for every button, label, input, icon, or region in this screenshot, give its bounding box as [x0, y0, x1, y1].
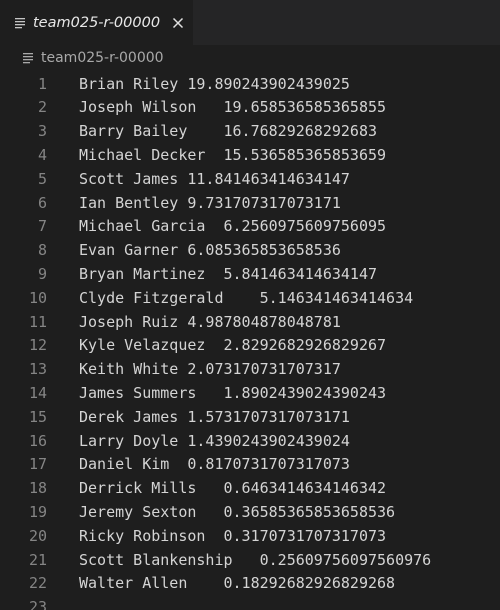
editor-line[interactable]: 4 Michael Decker 15.536585365853659 [0, 144, 500, 168]
line-text[interactable]: Keith White 2.073170731707317 [79, 358, 341, 382]
line-number: 18 [28, 479, 47, 498]
line-number: 13 [28, 360, 47, 379]
line-number: 1 [37, 74, 47, 93]
editor-line[interactable]: 20 Ricky Robinson 0.3170731707317073 [0, 525, 500, 549]
editor-line[interactable]: 21 Scott Blankenship 0.25609756097560976 [0, 549, 500, 573]
line-number: 2 [37, 98, 47, 117]
editor-line[interactable]: 22 Walter Allen 0.18292682926829268 [0, 572, 500, 596]
line-number: 16 [28, 431, 47, 450]
editor-line[interactable]: 19 Jeremy Sexton 0.36585365853658536 [0, 501, 500, 525]
line-text[interactable]: Larry Doyle 1.4390243902439024 [79, 430, 350, 454]
lines-file-icon [22, 51, 34, 65]
line-number: 8 [37, 241, 47, 260]
line-number: 21 [28, 550, 47, 569]
line-number: 6 [37, 193, 47, 212]
editor-line[interactable]: 23 [0, 596, 500, 610]
editor-line[interactable]: 14 James Summers 1.8902439024390243 [0, 382, 500, 406]
editor-tab[interactable]: team025-r-00000 [0, 0, 193, 45]
line-text[interactable]: Walter Allen 0.18292682926829268 [79, 572, 395, 596]
editor-line[interactable]: 8 Evan Garner 6.085365853658536 [0, 239, 500, 263]
line-text[interactable]: Joseph Wilson 19.658536585365855 [79, 96, 386, 120]
line-number: 4 [37, 145, 47, 164]
line-number: 15 [28, 407, 47, 426]
editor-line[interactable]: 9 Bryan Martinez 5.841463414634147 [0, 263, 500, 287]
line-number: 14 [28, 383, 47, 402]
editor-line[interactable]: 15 Derek James 1.5731707317073171 [0, 406, 500, 430]
line-number: 12 [28, 336, 47, 355]
line-number: 11 [28, 312, 47, 331]
line-number: 17 [28, 455, 47, 474]
line-number: 19 [28, 502, 47, 521]
line-text[interactable]: Joseph Ruiz 4.987804878048781 [79, 311, 341, 335]
line-text[interactable]: Clyde Fitzgerald 5.146341463414634 [79, 287, 413, 311]
editor-line[interactable]: 6 Ian Bentley 9.731707317073171 [0, 192, 500, 216]
line-text[interactable]: Kyle Velazquez 2.8292682926829267 [79, 334, 386, 358]
line-text[interactable]: Derek James 1.5731707317073171 [79, 406, 350, 430]
line-text[interactable]: Scott James 11.841463414634147 [79, 168, 350, 192]
editor-line[interactable]: 7 Michael Garcia 6.2560975609756095 [0, 215, 500, 239]
editor-line[interactable]: 13 Keith White 2.073170731707317 [0, 358, 500, 382]
line-text[interactable]: Bryan Martinez 5.841463414634147 [79, 263, 377, 287]
editor-line[interactable]: 18 Derrick Mills 0.6463414634146342 [0, 477, 500, 501]
line-number: 5 [37, 169, 47, 188]
line-text[interactable]: Michael Decker 15.536585365853659 [79, 144, 386, 168]
editor-line[interactable]: 17 Daniel Kim 0.8170731707317073 [0, 453, 500, 477]
line-text[interactable]: Jeremy Sexton 0.36585365853658536 [79, 501, 395, 525]
editor-line[interactable]: 12 Kyle Velazquez 2.8292682926829267 [0, 334, 500, 358]
lines-file-icon [14, 16, 26, 30]
line-text[interactable]: Derrick Mills 0.6463414634146342 [79, 477, 386, 501]
breadcrumb: team025-r-00000 [0, 45, 500, 71]
line-text[interactable]: Scott Blankenship 0.25609756097560976 [79, 549, 431, 573]
editor-line[interactable]: 11 Joseph Ruiz 4.987804878048781 [0, 311, 500, 335]
tab-bar: team025-r-00000 [0, 0, 500, 45]
editor-line[interactable]: 3 Barry Bailey 16.76829268292683 [0, 120, 500, 144]
editor-line[interactable]: 10 Clyde Fitzgerald 5.146341463414634 [0, 287, 500, 311]
text-editor[interactable]: 1 Brian Riley 19.890243902439025 2 Joseph W… [0, 71, 500, 610]
editor-line[interactable]: 2 Joseph Wilson 19.658536585365855 [0, 96, 500, 120]
line-text[interactable]: James Summers 1.8902439024390243 [79, 382, 386, 406]
breadcrumb-file[interactable]: team025-r-00000 [41, 50, 164, 66]
line-number: 10 [28, 288, 47, 307]
editor-line[interactable]: 1 Brian Riley 19.890243902439025 [0, 73, 500, 97]
line-text[interactable]: Ricky Robinson 0.3170731707317073 [79, 525, 386, 549]
editor-line[interactable]: 16 Larry Doyle 1.4390243902439024 [0, 430, 500, 454]
line-number: 9 [37, 264, 47, 283]
line-number: 3 [37, 122, 47, 141]
line-number: 22 [28, 574, 47, 593]
line-text[interactable]: Barry Bailey 16.76829268292683 [79, 120, 377, 144]
line-text[interactable]: Evan Garner 6.085365853658536 [79, 239, 341, 263]
line-number: 23 [28, 598, 47, 610]
line-number: 20 [28, 526, 47, 545]
editor-line[interactable]: 5 Scott James 11.841463414634147 [0, 168, 500, 192]
line-text[interactable]: Ian Bentley 9.731707317073171 [79, 192, 341, 216]
line-number: 7 [37, 217, 47, 236]
line-text[interactable]: Daniel Kim 0.8170731707317073 [79, 453, 350, 477]
line-text[interactable]: Michael Garcia 6.2560975609756095 [79, 215, 386, 239]
line-text[interactable]: Brian Riley 19.890243902439025 [79, 73, 350, 97]
tab-title: team025-r-00000 [33, 14, 161, 31]
close-icon[interactable] [170, 15, 186, 31]
